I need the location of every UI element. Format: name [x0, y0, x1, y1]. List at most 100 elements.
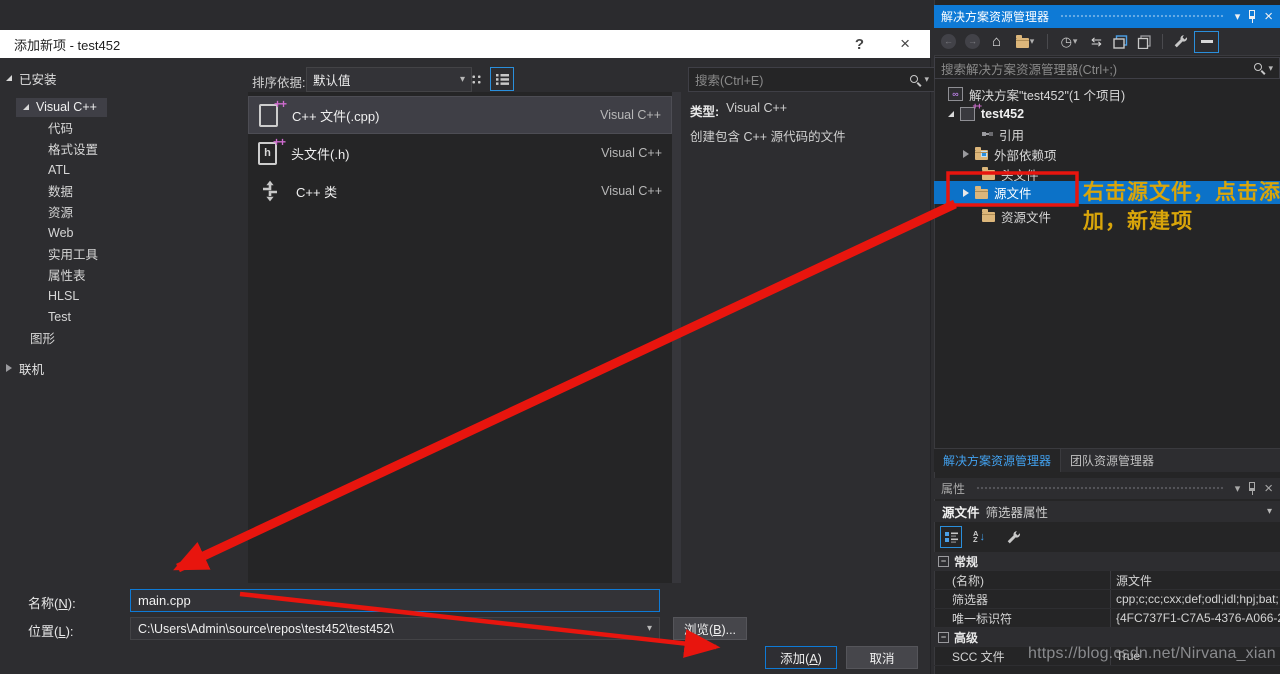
forward-button[interactable]: → — [962, 31, 983, 52]
nav-item-test[interactable]: Test — [48, 306, 71, 327]
search-icon[interactable] — [1253, 62, 1265, 74]
tree-item-label: 引用 — [999, 128, 1025, 143]
solution-explorer-titlebar[interactable]: 解决方案资源管理器 ▾ × — [934, 5, 1280, 28]
selected-object-type: 筛选器属性 — [985, 506, 1049, 520]
toolbar-separator — [1162, 34, 1163, 49]
property-row-filter[interactable]: 筛选器 cpp;c;cc;cxx;def;odl;idl;hpj;bat; — [934, 590, 1280, 609]
property-row-name[interactable]: (名称) 源文件 — [934, 571, 1280, 590]
search-icon[interactable] — [909, 74, 921, 86]
template-list-scrollbar[interactable] — [672, 92, 681, 583]
properties-button[interactable] — [1170, 31, 1191, 52]
template-name: C++ 类 — [296, 184, 338, 200]
properties-object-selector[interactable]: 源文件 筛选器属性 ▾ — [934, 501, 1280, 522]
property-row-unique-id[interactable]: 唯一标识符 {4FC737F1-C7A5-4376-A066-2 — [934, 609, 1280, 628]
expanded-arrow-icon[interactable] — [948, 111, 954, 117]
nav-item-label: Web — [48, 225, 74, 240]
help-button[interactable]: ? — [855, 36, 864, 53]
titlebar-grip — [1060, 14, 1224, 19]
nav-category-label: Visual C++ — [36, 100, 97, 114]
home-button[interactable]: ⌂ — [986, 31, 1007, 52]
nav-item-hlsl[interactable]: HLSL — [48, 285, 79, 306]
collapsed-arrow-icon[interactable] — [6, 364, 12, 372]
expanded-arrow-icon[interactable] — [6, 75, 12, 81]
switch-views-button[interactable]: ▾ — [1010, 31, 1040, 52]
pin-icon[interactable] — [1247, 10, 1257, 23]
show-all-files-button[interactable] — [1134, 31, 1155, 52]
template-row-cpp-file[interactable]: ++ C++ 文件(.cpp) Visual C++ — [248, 96, 672, 134]
tree-item-external-deps[interactable]: 外部依赖项 — [934, 144, 1280, 164]
nav-item-data[interactable]: 数据 — [48, 180, 73, 201]
collapse-minus-icon[interactable]: − — [938, 555, 949, 567]
window-position-chevron-icon[interactable]: ▾ — [1235, 482, 1241, 495]
dialog-titlebar[interactable]: 添加新项 - test452 ? × — [0, 30, 930, 58]
template-row-header-file[interactable]: h ++ 头文件(.h) Visual C++ — [248, 134, 672, 172]
name-input[interactable]: main.cpp — [130, 589, 660, 612]
property-value[interactable]: 源文件 — [1110, 571, 1280, 589]
collapse-all-button[interactable] — [1110, 31, 1131, 52]
references-icon — [982, 132, 993, 136]
nav-installed[interactable]: 已安装 — [6, 68, 57, 88]
categorized-view-button[interactable] — [940, 526, 962, 548]
close-icon[interactable]: × — [900, 34, 910, 54]
properties-titlebar[interactable]: 属性 ▾ × — [934, 478, 1280, 499]
window-position-chevron-icon[interactable]: ▾ — [1235, 10, 1241, 23]
nav-online[interactable]: 联机 — [6, 358, 44, 378]
collapsed-arrow-icon[interactable] — [963, 188, 969, 197]
preview-selected-items-button[interactable] — [1194, 30, 1219, 53]
nav-item-web[interactable]: Web — [48, 222, 73, 243]
nav-item-atl[interactable]: ATL — [48, 159, 70, 180]
list-view-button[interactable] — [490, 67, 514, 91]
tree-item-label: 外部依赖项 — [994, 148, 1057, 163]
tree-item-solution[interactable]: ∞ 解决方案"test452"(1 个项目) — [934, 84, 1280, 104]
nav-item-formatting[interactable]: 格式设置 — [48, 138, 98, 159]
selected-object: 源文件 — [942, 506, 980, 520]
pin-icon[interactable] — [1247, 482, 1257, 495]
template-row-cpp-class[interactable]: C++ 类 Visual C++ — [248, 172, 672, 210]
nav-category-visual-cpp[interactable]: Visual C++ — [16, 98, 107, 117]
solution-explorer-search-input[interactable]: 搜索解决方案资源管理器(Ctrl+;) ▾ — [934, 57, 1280, 79]
tree-item-label: 资源文件 — [1001, 210, 1052, 225]
collapse-minus-icon[interactable]: − — [938, 631, 949, 643]
nav-item-graphics[interactable]: 图形 — [30, 327, 55, 348]
property-category-general[interactable]: − 常规 — [934, 552, 1280, 571]
tab-team-explorer[interactable]: 团队资源管理器 — [1061, 449, 1163, 472]
chevron-down-icon[interactable]: ▾ — [647, 623, 652, 634]
pending-changes-filter-button[interactable]: ◷ ▾ — [1055, 31, 1083, 52]
layered-files-icon — [1137, 34, 1151, 49]
cancel-button[interactable]: 取消 — [846, 646, 918, 669]
template-search-input[interactable]: 搜索(Ctrl+E) ▾ — [688, 67, 936, 92]
nav-item-utility[interactable]: 实用工具 — [48, 243, 98, 264]
property-value[interactable]: cpp;c;cc;cxx;def;odl;idl;hpj;bat; — [1110, 590, 1280, 608]
sort-az-icon: AZ ↓ — [973, 529, 985, 544]
add-button[interactable]: 添加(A) — [765, 646, 837, 669]
tree-item-project[interactable]: ++ test452 — [934, 101, 1280, 124]
nav-item-label: 数据 — [48, 185, 74, 199]
collapsed-arrow-icon[interactable] — [963, 150, 969, 158]
close-icon[interactable]: × — [1264, 481, 1273, 496]
alphabetical-sort-button[interactable]: AZ ↓ — [968, 526, 990, 548]
template-name: C++ 文件(.cpp) — [292, 108, 380, 124]
browse-button[interactable]: 浏览(B)... — [673, 617, 747, 640]
chevron-down-icon[interactable]: ▾ — [1267, 506, 1272, 517]
location-combobox[interactable]: C:\Users\Admin\source\repos\test452\test… — [130, 617, 660, 640]
small-icons-view-button[interactable] — [464, 67, 488, 91]
chevron-down-icon[interactable]: ▾ — [1268, 63, 1273, 74]
sync-with-active-document-button[interactable]: ⇆ — [1086, 31, 1107, 52]
nav-item-label: 代码 — [48, 122, 74, 136]
chevron-down-icon[interactable]: ▾ — [924, 74, 929, 85]
expanded-arrow-icon[interactable] — [23, 104, 29, 110]
folder-icon — [975, 185, 988, 199]
nav-item-code[interactable]: 代码 — [48, 117, 73, 138]
property-value[interactable]: {4FC737F1-C7A5-4376-A066-2 — [1110, 609, 1280, 627]
nav-item-property-sheets[interactable]: 属性表 — [48, 264, 86, 285]
sort-by-dropdown[interactable]: 默认值 ▾ — [306, 67, 472, 92]
tree-item-references[interactable]: 引用 — [934, 124, 1280, 144]
tab-solution-explorer[interactable]: 解决方案资源管理器 — [934, 449, 1062, 472]
type-value: Visual C++ — [726, 101, 788, 115]
search-placeholder: 搜索解决方案资源管理器(Ctrl+;) — [941, 62, 1118, 77]
close-icon[interactable]: × — [1264, 9, 1273, 24]
nav-item-resource[interactable]: 资源 — [48, 201, 73, 222]
back-button[interactable]: ← — [938, 31, 959, 52]
property-pages-button[interactable] — [1002, 526, 1024, 548]
external-deps-folder-icon — [975, 147, 988, 160]
